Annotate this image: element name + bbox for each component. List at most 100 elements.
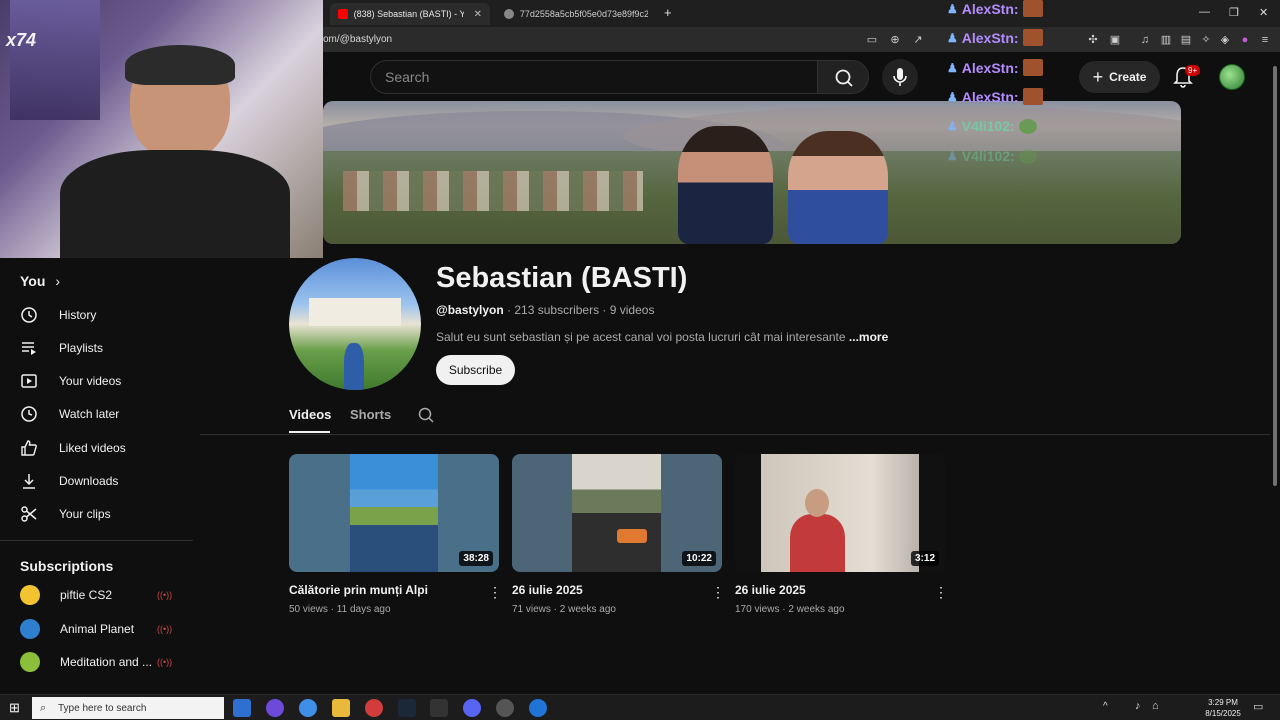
sidebar-item-label: History (59, 308, 97, 322)
video-thumbnail[interactable]: 38:28 (289, 454, 499, 572)
zoom-icon[interactable]: ⊕ (888, 33, 902, 47)
sidebar-item-label: Watch later (59, 407, 120, 421)
speaker-icon[interactable]: ♪ (1135, 700, 1141, 712)
create-button[interactable]: + Create (1079, 61, 1160, 93)
vpn-icon[interactable]: ● (1238, 33, 1252, 47)
create-label: Create (1109, 70, 1147, 84)
scrollbar-thumb[interactable] (1273, 66, 1277, 486)
shield-icon[interactable]: ◈ (1218, 33, 1232, 47)
chat-badge-icon: ♟ (947, 89, 958, 104)
clock-icon (21, 406, 37, 422)
chat-badge-icon: ♟ (947, 1, 958, 16)
copilot-icon[interactable] (266, 699, 284, 717)
search-button[interactable] (817, 60, 869, 94)
emote-icon (1022, 88, 1043, 105)
account-avatar[interactable] (1219, 64, 1245, 90)
subscription-item[interactable]: Animal Planet (20, 616, 134, 642)
tab-youtube[interactable]: (838) Sebastian (BASTI) - YouTube ✕ (330, 3, 490, 25)
voice-search-button[interactable] (882, 59, 918, 95)
browser-app-icon[interactable] (365, 699, 383, 717)
more-link[interactable]: ...more (849, 330, 888, 344)
sidebar-toggle-icon[interactable]: ▥ (1159, 33, 1173, 47)
minimize-icon[interactable]: — (1199, 6, 1210, 18)
tab-videos[interactable]: Videos (289, 407, 331, 422)
taskbar-search-placeholder: Type here to search (58, 702, 147, 714)
live-indicator-icon: ((•)) (157, 657, 173, 667)
subscribe-button[interactable]: Subscribe (436, 355, 515, 385)
sidebar-item-watch-later[interactable]: Watch later (20, 401, 119, 427)
more-options-icon[interactable]: ⋮ (488, 584, 502, 601)
taskbar-search-input[interactable]: ⌕ Type here to search (32, 697, 224, 719)
video-title[interactable]: 26 iulie 2025 (735, 583, 806, 597)
video-thumbnail[interactable]: 10:22 (512, 454, 722, 572)
youtube-favicon-icon (338, 9, 348, 19)
search-icon: ⌕ (40, 701, 47, 714)
streamer-webcam: x74 (0, 0, 323, 258)
edge-icon[interactable] (299, 699, 317, 717)
screenshot-icon[interactable]: ▣ (1108, 33, 1122, 47)
sidebar-divider (0, 540, 193, 541)
tray-chevron-up-icon[interactable]: ^ (1103, 701, 1108, 712)
live-indicator-icon: ((•)) (157, 624, 173, 634)
thumbs-up-icon (21, 440, 37, 456)
channel-description[interactable]: Salut eu sunt sebastian și pe acest cana… (436, 330, 888, 344)
more-options-icon[interactable]: ⋮ (934, 584, 948, 601)
video-thumbnail[interactable]: 3:12 (735, 454, 945, 572)
subscription-item[interactable]: piftie CS2 (20, 582, 112, 608)
file-explorer-icon[interactable] (332, 699, 350, 717)
channel-avatar (20, 652, 40, 672)
music-icon[interactable]: ♫ (1138, 33, 1152, 47)
sidebar-item-your-videos[interactable]: Your videos (20, 368, 121, 394)
emote-icon (1022, 0, 1043, 17)
subscription-label: Meditation and ... (60, 655, 153, 669)
app-icon[interactable] (496, 699, 514, 717)
microphone-icon (893, 68, 907, 86)
subscription-item[interactable]: Meditation and ... (20, 649, 152, 675)
extensions-icon[interactable]: ✣ (1086, 33, 1100, 47)
more-options-icon[interactable]: ⋮ (711, 584, 725, 601)
your-videos-icon (21, 374, 37, 388)
search-input[interactable]: Search (370, 60, 817, 94)
sidebar-item-your-clips[interactable]: Your clips (20, 501, 111, 527)
active-tab-indicator (289, 431, 330, 433)
xbox-icon[interactable] (430, 699, 448, 717)
sparkle-icon[interactable]: ✧ (1199, 33, 1213, 47)
url-text[interactable]: om/@bastylyon (323, 34, 392, 45)
webcam-badge: x74 (6, 30, 37, 50)
app-icon[interactable] (529, 699, 547, 717)
discord-icon[interactable] (463, 699, 481, 717)
description-text: Salut eu sunt sebastian și pe acest cana… (436, 330, 849, 344)
notification-center-icon[interactable]: ▭ (1253, 700, 1263, 713)
channel-search-icon[interactable] (417, 406, 435, 424)
sidebar-item-liked-videos[interactable]: Liked videos (20, 435, 126, 461)
taskbar-clock[interactable]: 3:29 PM 8/15/2025 (1200, 697, 1246, 719)
sidebar: You › History Playlists Your videos Watc… (0, 258, 200, 694)
sidebar-item-playlists[interactable]: Playlists (20, 335, 103, 361)
video-title[interactable]: Călătorie prin munți Alpi (289, 583, 428, 597)
sidebar-item-downloads[interactable]: Downloads (20, 468, 118, 494)
steam-icon[interactable] (398, 699, 416, 717)
video-meta: 170 views · 2 weeks ago (735, 604, 845, 615)
close-window-icon[interactable]: ✕ (1259, 6, 1268, 19)
sidebar-item-history[interactable]: History (20, 302, 96, 328)
video-title[interactable]: 26 iulie 2025 (512, 583, 583, 597)
maximize-icon[interactable]: ❐ (1229, 6, 1239, 19)
task-view-icon[interactable] (233, 699, 251, 717)
close-tab-icon[interactable]: ✕ (474, 9, 482, 20)
sidebar-you[interactable]: You › (20, 268, 60, 294)
windows-start-icon[interactable]: ⊞ (9, 700, 20, 716)
menu-icon[interactable]: ≡ (1258, 33, 1272, 47)
network-icon[interactable]: ⌂ (1152, 700, 1159, 712)
chat-line: ♟ V4li102: (947, 148, 1037, 164)
channel-avatar-large[interactable] (289, 258, 421, 390)
video-meta: 50 views · 11 days ago (289, 604, 391, 615)
tab-second[interactable]: 77d2558a5cb5f05e0d73e89f9c2774d (496, 3, 656, 25)
emote-icon (1022, 29, 1043, 46)
wallet-icon[interactable]: ▤ (1179, 33, 1193, 47)
playlists-icon (22, 342, 36, 355)
cast-icon[interactable]: ▭ (865, 33, 879, 47)
new-tab-icon[interactable]: + (664, 5, 672, 20)
share-icon[interactable]: ↗ (911, 33, 925, 47)
tab-shorts[interactable]: Shorts (350, 407, 391, 422)
sidebar-you-label: You (20, 273, 46, 289)
